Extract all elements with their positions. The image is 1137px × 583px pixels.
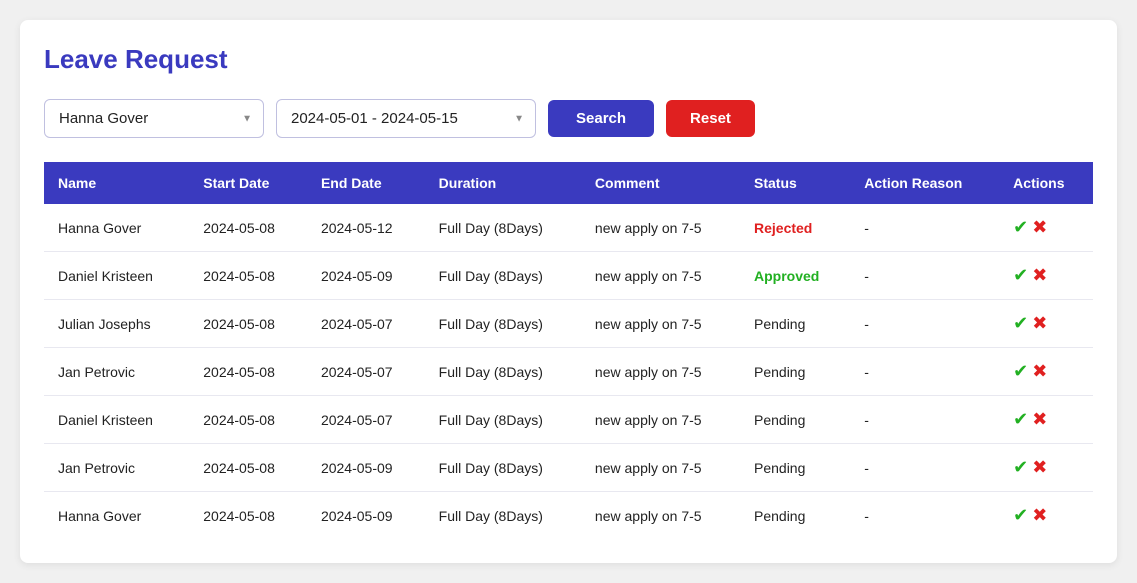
cell-comment: new apply on 7-5 xyxy=(581,396,740,444)
table-row: Julian Josephs 2024-05-08 2024-05-07 Ful… xyxy=(44,300,1093,348)
cell-duration: Full Day (8Days) xyxy=(425,492,581,540)
cell-actions: ✔ ✖ xyxy=(999,252,1093,300)
table-row: Daniel Kristeen 2024-05-08 2024-05-07 Fu… xyxy=(44,396,1093,444)
cell-name: Julian Josephs xyxy=(44,300,189,348)
cell-start-date: 2024-05-08 xyxy=(189,300,307,348)
cell-start-date: 2024-05-08 xyxy=(189,396,307,444)
cell-start-date: 2024-05-08 xyxy=(189,348,307,396)
reject-icon[interactable]: ✖ xyxy=(1032,265,1047,286)
cell-duration: Full Day (8Days) xyxy=(425,300,581,348)
cell-name: Hanna Gover xyxy=(44,204,189,252)
cell-name: Daniel Kristeen xyxy=(44,252,189,300)
cell-action-reason: - xyxy=(850,300,999,348)
approve-icon[interactable]: ✔ xyxy=(1013,409,1028,430)
cell-status: Pending xyxy=(740,348,850,396)
cell-action-reason: - xyxy=(850,204,999,252)
col-comment: Comment xyxy=(581,162,740,204)
col-status: Status xyxy=(740,162,850,204)
approve-icon[interactable]: ✔ xyxy=(1013,265,1028,286)
cell-duration: Full Day (8Days) xyxy=(425,444,581,492)
cell-action-reason: - xyxy=(850,348,999,396)
cell-actions: ✔ ✖ xyxy=(999,396,1093,444)
cell-name: Jan Petrovic xyxy=(44,348,189,396)
main-container: Leave Request Hanna Gover 2024-05-01 - 2… xyxy=(20,20,1117,563)
cell-end-date: 2024-05-07 xyxy=(307,300,425,348)
cell-comment: new apply on 7-5 xyxy=(581,348,740,396)
cell-actions: ✔ ✖ xyxy=(999,348,1093,396)
approve-icon[interactable]: ✔ xyxy=(1013,313,1028,334)
filter-row: Hanna Gover 2024-05-01 - 2024-05-15 Sear… xyxy=(44,99,1093,138)
cell-end-date: 2024-05-09 xyxy=(307,492,425,540)
cell-start-date: 2024-05-08 xyxy=(189,444,307,492)
cell-action-reason: - xyxy=(850,444,999,492)
cell-status: Approved xyxy=(740,252,850,300)
col-action-reason: Action Reason xyxy=(850,162,999,204)
search-button[interactable]: Search xyxy=(548,100,654,137)
name-select-wrapper: Hanna Gover xyxy=(44,99,264,138)
reject-icon[interactable]: ✖ xyxy=(1032,409,1047,430)
cell-end-date: 2024-05-07 xyxy=(307,396,425,444)
cell-action-reason: - xyxy=(850,252,999,300)
cell-status: Pending xyxy=(740,300,850,348)
cell-duration: Full Day (8Days) xyxy=(425,252,581,300)
cell-duration: Full Day (8Days) xyxy=(425,204,581,252)
cell-duration: Full Day (8Days) xyxy=(425,348,581,396)
cell-comment: new apply on 7-5 xyxy=(581,204,740,252)
table-row: Daniel Kristeen 2024-05-08 2024-05-09 Fu… xyxy=(44,252,1093,300)
cell-status: Pending xyxy=(740,444,850,492)
cell-name: Daniel Kristeen xyxy=(44,396,189,444)
table-row: Hanna Gover 2024-05-08 2024-05-12 Full D… xyxy=(44,204,1093,252)
leave-request-table: Name Start Date End Date Duration Commen… xyxy=(44,162,1093,539)
reject-icon[interactable]: ✖ xyxy=(1032,361,1047,382)
approve-icon[interactable]: ✔ xyxy=(1013,361,1028,382)
name-select[interactable]: Hanna Gover xyxy=(44,99,264,138)
cell-name: Hanna Gover xyxy=(44,492,189,540)
date-select-wrapper: 2024-05-01 - 2024-05-15 xyxy=(276,99,536,138)
cell-start-date: 2024-05-08 xyxy=(189,492,307,540)
table-row: Hanna Gover 2024-05-08 2024-05-09 Full D… xyxy=(44,492,1093,540)
reset-button[interactable]: Reset xyxy=(666,100,755,137)
cell-status: Rejected xyxy=(740,204,850,252)
col-duration: Duration xyxy=(425,162,581,204)
cell-comment: new apply on 7-5 xyxy=(581,444,740,492)
reject-icon[interactable]: ✖ xyxy=(1032,217,1047,238)
cell-actions: ✔ ✖ xyxy=(999,204,1093,252)
date-select[interactable]: 2024-05-01 - 2024-05-15 xyxy=(276,99,536,138)
cell-end-date: 2024-05-09 xyxy=(307,252,425,300)
approve-icon[interactable]: ✔ xyxy=(1013,505,1028,526)
approve-icon[interactable]: ✔ xyxy=(1013,217,1028,238)
cell-status: Pending xyxy=(740,492,850,540)
table-row: Jan Petrovic 2024-05-08 2024-05-07 Full … xyxy=(44,348,1093,396)
reject-icon[interactable]: ✖ xyxy=(1032,505,1047,526)
col-actions: Actions xyxy=(999,162,1093,204)
table-row: Jan Petrovic 2024-05-08 2024-05-09 Full … xyxy=(44,444,1093,492)
col-name: Name xyxy=(44,162,189,204)
reject-icon[interactable]: ✖ xyxy=(1032,457,1047,478)
cell-end-date: 2024-05-12 xyxy=(307,204,425,252)
approve-icon[interactable]: ✔ xyxy=(1013,457,1028,478)
cell-action-reason: - xyxy=(850,492,999,540)
cell-status: Pending xyxy=(740,396,850,444)
cell-duration: Full Day (8Days) xyxy=(425,396,581,444)
reject-icon[interactable]: ✖ xyxy=(1032,313,1047,334)
col-start-date: Start Date xyxy=(189,162,307,204)
table-header-row: Name Start Date End Date Duration Commen… xyxy=(44,162,1093,204)
cell-end-date: 2024-05-07 xyxy=(307,348,425,396)
cell-comment: new apply on 7-5 xyxy=(581,492,740,540)
page-title: Leave Request xyxy=(44,44,1093,75)
cell-actions: ✔ ✖ xyxy=(999,444,1093,492)
cell-start-date: 2024-05-08 xyxy=(189,204,307,252)
cell-start-date: 2024-05-08 xyxy=(189,252,307,300)
cell-actions: ✔ ✖ xyxy=(999,300,1093,348)
cell-end-date: 2024-05-09 xyxy=(307,444,425,492)
cell-comment: new apply on 7-5 xyxy=(581,252,740,300)
col-end-date: End Date xyxy=(307,162,425,204)
cell-action-reason: - xyxy=(850,396,999,444)
cell-comment: new apply on 7-5 xyxy=(581,300,740,348)
cell-name: Jan Petrovic xyxy=(44,444,189,492)
cell-actions: ✔ ✖ xyxy=(999,492,1093,540)
